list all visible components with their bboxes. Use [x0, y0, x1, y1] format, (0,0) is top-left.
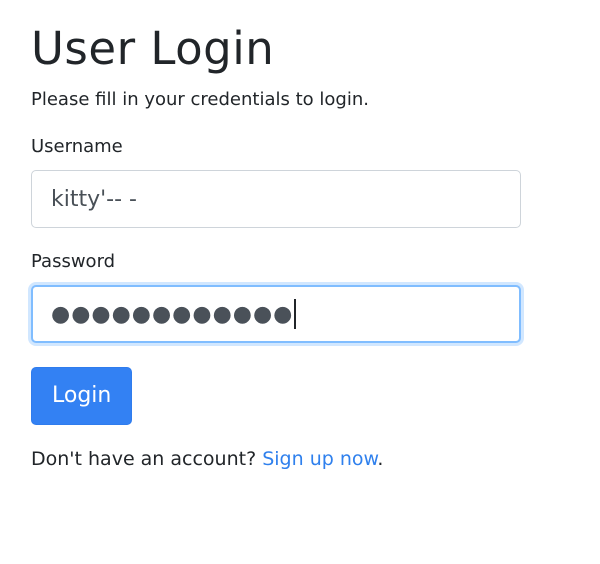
- signup-link[interactable]: Sign up now: [262, 448, 377, 470]
- username-input[interactable]: kitty'-- -: [31, 170, 521, 228]
- signup-prompt-text: Don't have an account?: [31, 448, 263, 470]
- password-group: Password ●●●●●●●●●●●●: [31, 248, 521, 343]
- password-label: Password: [31, 251, 116, 272]
- username-group: Username kitty'-- -: [31, 133, 521, 228]
- username-label: Username: [31, 136, 123, 157]
- signup-prompt: Don't have an account? Sign up now.: [31, 445, 521, 474]
- login-button[interactable]: Login: [31, 367, 133, 425]
- username-value: kitty'-- -: [51, 186, 137, 212]
- text-caret: [294, 299, 297, 329]
- signup-suffix: .: [377, 448, 384, 470]
- page-title: User Login: [31, 22, 275, 75]
- login-container: User Login Please fill in your credentia…: [31, 22, 521, 493]
- password-input[interactable]: ●●●●●●●●●●●●: [31, 285, 521, 343]
- page-subtitle: Please fill in your credentials to login…: [31, 89, 369, 110]
- password-mask: ●●●●●●●●●●●●: [51, 301, 294, 327]
